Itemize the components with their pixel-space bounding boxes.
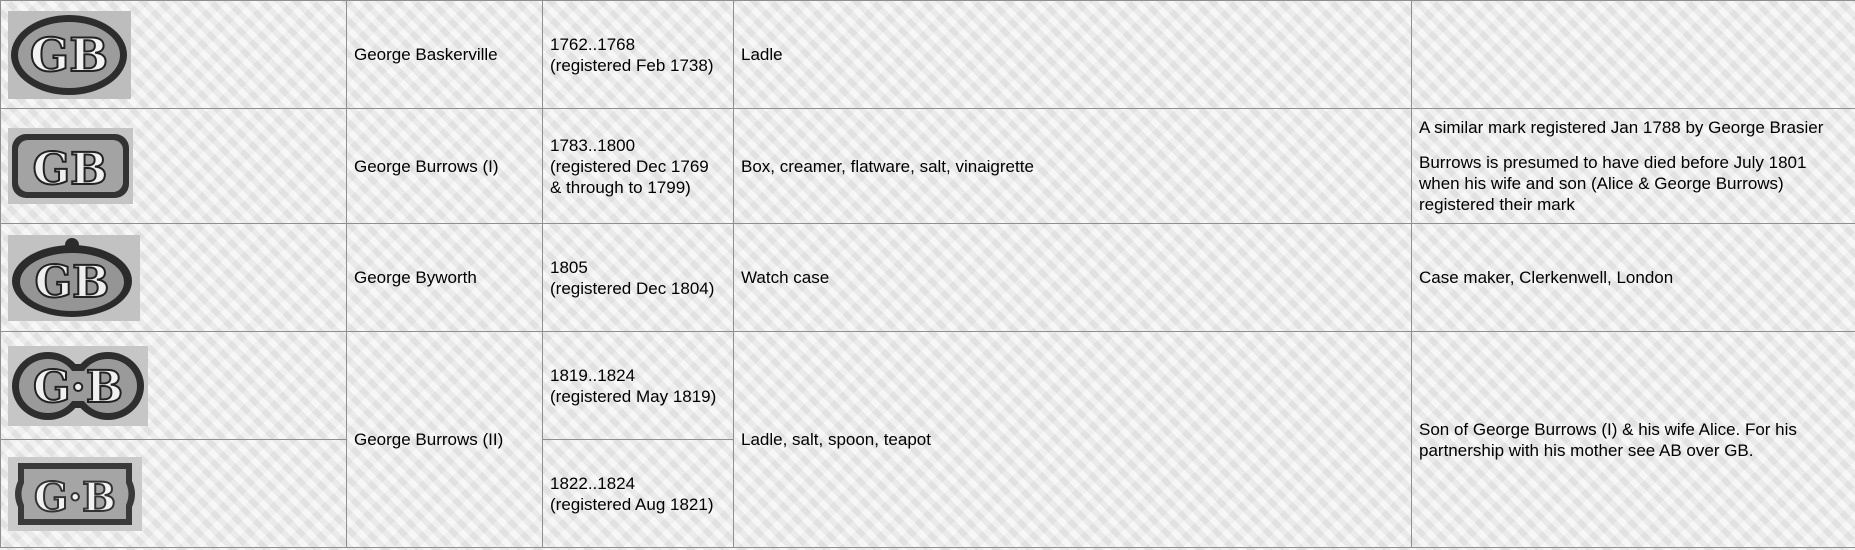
date-cell: 1819..1824 (registered May 1819) (542, 331, 734, 440)
items-made: Watch case (733, 223, 1412, 332)
hallmark-g-dot-b-shaped-rectangle-icon: G·B (8, 456, 142, 531)
hallmark-letters: GB (35, 257, 110, 308)
maker-name: George Byworth (346, 223, 543, 332)
hallmark-gb-rectangle-icon: GB (8, 128, 133, 204)
maker-name: George Burrows (I) (346, 108, 543, 224)
hallmark-letters: G·B (34, 474, 116, 521)
registration-date: (registered May 1819) (550, 386, 717, 406)
mark-image-cell: GB (0, 108, 347, 224)
working-dates: 1805 (550, 257, 588, 277)
date-cell: 1762..1768 (registered Feb 1738) (542, 0, 734, 109)
date-cell: 1822..1824 (registered Aug 1821) (542, 439, 734, 548)
hallmark-letters: GB (30, 28, 108, 82)
working-dates: 1822..1824 (550, 473, 636, 493)
notes-cell: Son of George Burrows (I) & his wife Ali… (1411, 331, 1855, 548)
working-dates: 1762..1768 (550, 34, 636, 54)
registration-date: (registered Dec 1804) (550, 278, 715, 298)
table-row: GB George Byworth 1805 (registered Dec 1… (0, 223, 1855, 332)
items-made: Box, creamer, flatware, salt, vinaigrett… (733, 108, 1412, 224)
hallmark-letters: GB (33, 144, 108, 195)
maker-name: George Burrows (II) (346, 331, 543, 548)
mark-image-cell: G·B (0, 331, 347, 440)
hallmark-letters: G·B (33, 362, 123, 413)
registration-date: (registered Feb 1738) (550, 55, 714, 75)
makers-marks-table: GB George Baskerville 1762..1768 (regist… (0, 0, 1855, 548)
notes-cell (1411, 0, 1855, 109)
date-cell: 1805 (registered Dec 1804) (542, 223, 734, 332)
table-row: G·B George Burrows (II) 1819..1824 (regi… (0, 331, 1855, 548)
notes-cell: A similar mark registered Jan 1788 by Ge… (1411, 108, 1855, 224)
notes-cell: Case maker, Clerkenwell, London (1411, 223, 1855, 332)
registration-date: (registered Aug 1821) (550, 494, 714, 514)
hallmark-gb-crowned-oval-icon: GB (8, 234, 140, 321)
registration-date-continued: & through to 1799) (550, 177, 691, 197)
hallmark-gb-oval-icon: GB (8, 10, 131, 99)
working-dates: 1783..1800 (550, 135, 636, 155)
items-made: Ladle, salt, spoon, teapot (733, 331, 1412, 548)
items-made: Ladle (733, 0, 1412, 109)
note-text: Case maker, Clerkenwell, London (1419, 268, 1674, 287)
registration-date: (registered Dec 1769 (550, 156, 709, 176)
mark-image-cell: GB (0, 0, 347, 109)
note-text: A similar mark registered Jan 1788 by Ge… (1419, 118, 1824, 137)
mark-image-cell: G·B (0, 439, 347, 548)
mark-image-cell: GB (0, 223, 347, 332)
date-cell: 1783..1800 (registered Dec 1769 & throug… (542, 108, 734, 224)
working-dates: 1819..1824 (550, 365, 636, 385)
note-text: Son of George Burrows (I) & his wife Ali… (1419, 419, 1797, 460)
maker-name: George Baskerville (346, 0, 543, 109)
hallmark-g-dot-b-double-oval-icon: G·B (8, 345, 148, 426)
table-row: GB George Burrows (I) 1783..1800 (regist… (0, 108, 1855, 224)
table-row: GB George Baskerville 1762..1768 (regist… (0, 0, 1855, 109)
note-text: Burrows is presumed to have died before … (1419, 153, 1807, 214)
